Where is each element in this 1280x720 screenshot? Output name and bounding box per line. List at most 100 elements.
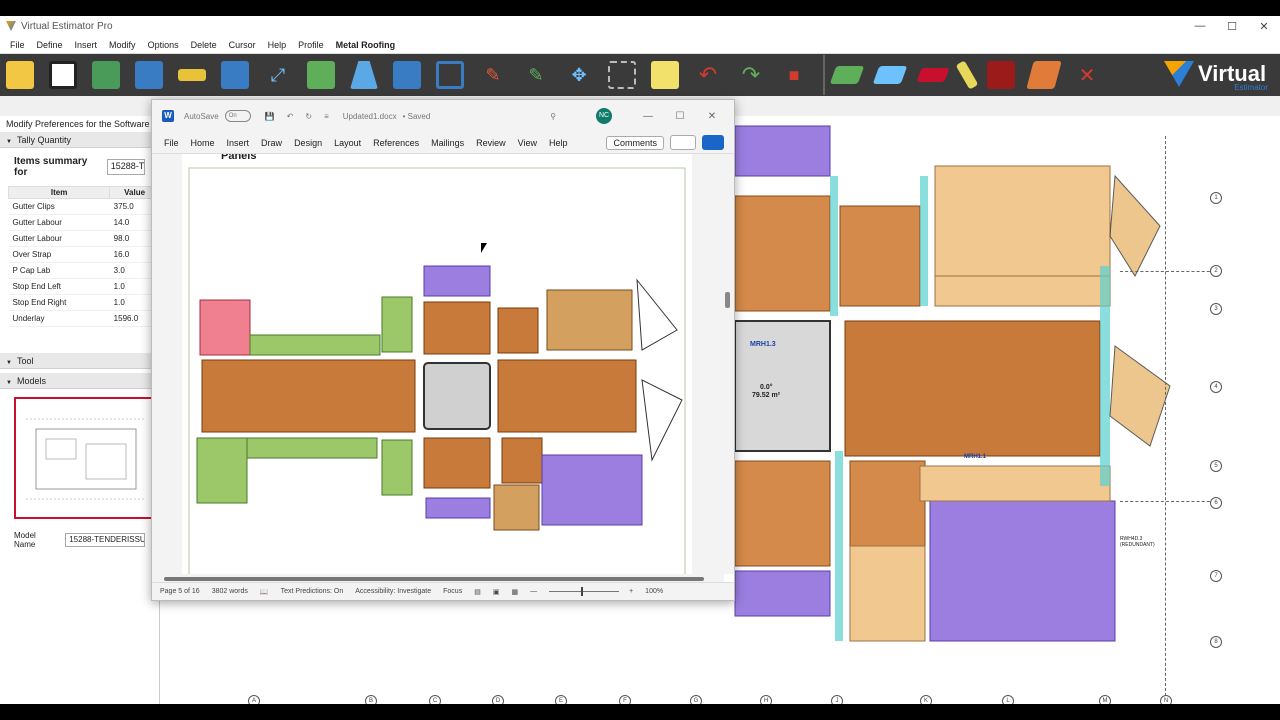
save-icon[interactable] — [49, 61, 77, 89]
zoom-out-button[interactable]: — — [530, 588, 537, 595]
open-folder-icon[interactable] — [6, 61, 34, 89]
tab-references[interactable]: References — [367, 138, 425, 148]
print-layout-icon[interactable]: ▣ — [493, 588, 500, 596]
ruler-icon[interactable] — [178, 69, 206, 81]
menu-cursor[interactable]: Cursor — [223, 40, 262, 50]
tab-home[interactable]: Home — [185, 138, 221, 148]
scale-icon[interactable]: ⤢ — [264, 61, 292, 89]
add-pdf-icon[interactable] — [135, 61, 163, 89]
model-name-field[interactable]: 15288-TENDERISSUE- — [65, 533, 145, 547]
word-minimize-button[interactable]: — — [632, 111, 664, 122]
select-box-icon[interactable] — [436, 61, 464, 89]
share-button[interactable] — [702, 135, 724, 150]
tab-help[interactable]: Help — [543, 138, 574, 148]
undo-icon[interactable]: ↶ — [694, 61, 722, 89]
document-area[interactable]: Panels — [152, 154, 724, 574]
zoom-level[interactable]: 100% — [645, 588, 663, 595]
marquee-icon[interactable] — [608, 61, 636, 89]
zoom-in-button[interactable]: + — [629, 588, 633, 595]
redo-icon[interactable]: ↻ — [305, 112, 312, 121]
menu-profile[interactable]: Profile — [292, 40, 330, 50]
undo-icon[interactable]: ↶ — [287, 112, 294, 121]
measure-line-icon[interactable]: ✎ — [522, 61, 550, 89]
model-thumbnail[interactable] — [14, 397, 154, 519]
menu-options[interactable]: Options — [142, 40, 185, 50]
tool-header[interactable]: Tool — [0, 353, 159, 369]
focus-button[interactable]: Focus — [443, 588, 462, 595]
autosave-toggle[interactable]: On — [224, 110, 251, 122]
panel-icon[interactable] — [987, 61, 1015, 89]
comments-button[interactable]: Comments — [606, 135, 664, 150]
menu-define[interactable]: Define — [31, 40, 69, 50]
quote-icon[interactable] — [651, 61, 679, 89]
move-icon[interactable]: ✥ — [565, 61, 593, 89]
user-avatar[interactable]: NC — [596, 108, 612, 124]
word-maximize-button[interactable]: ☐ — [664, 111, 696, 122]
text-predictions[interactable]: Text Predictions: On — [281, 588, 344, 595]
tab-layout[interactable]: Layout — [328, 138, 367, 148]
read-mode-icon[interactable]: ▤ — [474, 588, 481, 596]
items-summary-select[interactable]: 15288-TEN — [106, 159, 145, 175]
autosave-label: AutoSave — [184, 111, 219, 121]
flashing-icon[interactable] — [955, 60, 979, 90]
tab-mailings[interactable]: Mailings — [425, 138, 470, 148]
word-window[interactable]: W AutoSave On 💾 ↶ ↻ ≡ Updated1.docx • Sa… — [151, 99, 735, 601]
menu-delete[interactable]: Delete — [185, 40, 223, 50]
plane-icon[interactable] — [307, 61, 335, 89]
maximize-button[interactable]: ☐ — [1216, 20, 1248, 33]
slope-icon[interactable] — [350, 61, 378, 89]
scroll-thumb[interactable] — [725, 292, 730, 308]
menu-insert[interactable]: Insert — [69, 40, 104, 50]
tab-review[interactable]: Review — [470, 138, 512, 148]
tally-quantity-header[interactable]: Tally Quantity — [0, 132, 159, 148]
menu-metal-roofing[interactable]: Metal Roofing — [330, 40, 402, 50]
proofing-icon[interactable]: 📖 — [260, 588, 269, 596]
table-row[interactable]: Gutter Clips 375.0 — [8, 198, 160, 215]
edit-area-icon[interactable] — [221, 61, 249, 89]
cut-icon[interactable]: ✕ — [1073, 61, 1101, 89]
table-row[interactable]: Underlay 1596.0 — [8, 310, 160, 327]
scroll-thumb[interactable] — [164, 577, 704, 581]
menu-modify[interactable]: Modify — [103, 40, 142, 50]
tab-draw[interactable]: Draw — [255, 138, 288, 148]
editing-mode-button[interactable] — [670, 135, 696, 150]
page-count[interactable]: Page 5 of 16 — [160, 588, 200, 595]
tab-view[interactable]: View — [512, 138, 543, 148]
saved-status[interactable]: • Saved — [403, 112, 431, 121]
zoom-slider[interactable] — [549, 587, 620, 596]
table-row[interactable]: Gutter Labour 14.0 — [8, 214, 160, 231]
word-count[interactable]: 3802 words — [212, 588, 248, 595]
tile-sheet-icon[interactable] — [916, 68, 950, 82]
add-image-icon[interactable] — [92, 61, 120, 89]
customize-icon[interactable]: ≡ — [324, 112, 329, 121]
word-close-button[interactable]: ✕ — [696, 111, 728, 122]
table-row[interactable]: Stop End Left 1.0 — [8, 278, 160, 295]
search-icon[interactable]: ⚲ — [550, 112, 556, 121]
ridge-icon[interactable] — [1026, 61, 1062, 89]
close-button[interactable]: ✕ — [1248, 20, 1280, 33]
document-name[interactable]: Updated1.docx — [343, 112, 397, 121]
accessibility-status[interactable]: Accessibility: Investigate — [355, 588, 431, 595]
erase-area-icon[interactable] — [393, 61, 421, 89]
minimize-button[interactable]: — — [1184, 20, 1216, 33]
vertical-scrollbar[interactable] — [722, 154, 734, 574]
tab-design[interactable]: Design — [288, 138, 328, 148]
table-row[interactable]: Gutter Labour 98.0 — [8, 230, 160, 247]
redo-icon[interactable]: ↷ — [737, 61, 765, 89]
table-row[interactable]: Stop End Right 1.0 — [8, 294, 160, 311]
corrugated-sheet-icon[interactable] — [872, 66, 908, 84]
tab-insert[interactable]: Insert — [221, 138, 256, 148]
models-header[interactable]: Models — [0, 373, 159, 389]
roof-sheet-icon[interactable] — [829, 66, 865, 84]
save-icon[interactable]: 💾 — [265, 112, 275, 121]
tab-file[interactable]: File — [158, 138, 185, 148]
web-layout-icon[interactable]: ▦ — [511, 588, 518, 596]
table-row[interactable]: Over Strap 16.0 — [8, 246, 160, 263]
table-row[interactable]: P Cap Lab 3.0 — [8, 262, 160, 279]
line-tool-icon[interactable]: ✎ — [479, 61, 507, 89]
menu-file[interactable]: File — [4, 40, 31, 50]
document-page[interactable]: Panels — [182, 154, 692, 574]
column-header-item[interactable]: Item — [7, 186, 111, 199]
eraser-icon[interactable]: ■ — [780, 61, 808, 89]
menu-help[interactable]: Help — [262, 40, 293, 50]
